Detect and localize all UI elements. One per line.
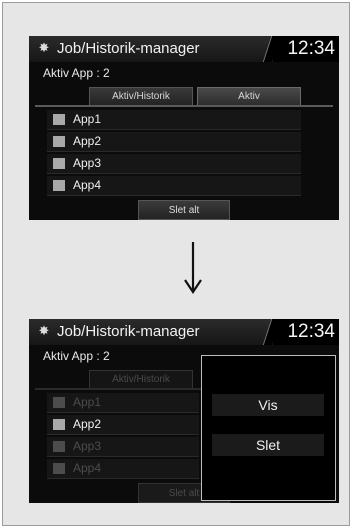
app-label: App4 <box>73 178 102 192</box>
view-button[interactable]: Vis <box>212 394 324 416</box>
gear-icon: ✸ <box>38 40 50 55</box>
app-options-popup: Vis Slet <box>201 355 336 501</box>
list-item[interactable]: App2 <box>47 132 301 152</box>
gear-icon: ✸ <box>38 323 50 338</box>
app-label: App3 <box>73 439 102 453</box>
app-icon <box>53 114 65 125</box>
tab-active-history: Aktiv/Historik <box>89 370 193 388</box>
tab-active-history[interactable]: Aktiv/Historik <box>89 87 193 105</box>
app-icon <box>53 397 65 408</box>
app-label: App1 <box>73 395 102 409</box>
screen-title: Job/Historik-manager <box>57 323 200 340</box>
app-icon <box>53 441 65 452</box>
list-item[interactable]: App1 <box>47 110 301 130</box>
app-icon <box>53 180 65 191</box>
instruction-panel: ✸ Job/Historik-manager 12:34 Aktiv App :… <box>2 2 350 526</box>
active-app-count: Aktiv App : 2 <box>43 349 110 363</box>
app-label: App4 <box>73 461 102 475</box>
app-label: App1 <box>73 112 102 126</box>
app-icon <box>53 158 65 169</box>
screen-after: ✸ Job/Historik-manager 12:34 Aktiv App :… <box>29 319 339 503</box>
list-item[interactable]: App4 <box>47 176 301 196</box>
app-list: App1 App2 App3 App4 <box>47 393 199 481</box>
app-icon <box>53 463 65 474</box>
screen-before: ✸ Job/Historik-manager 12:34 Aktiv App :… <box>29 36 339 220</box>
list-item[interactable]: App3 <box>47 154 301 174</box>
list-item: App3 <box>47 437 199 457</box>
active-app-count: Aktiv App : 2 <box>43 66 110 80</box>
list-item: App4 <box>47 459 199 479</box>
app-icon <box>53 136 65 147</box>
app-label: App2 <box>73 134 102 148</box>
tab-active[interactable]: Aktiv <box>197 87 301 105</box>
delete-button[interactable]: Slet <box>212 434 324 456</box>
clock: 12:34 <box>273 319 339 345</box>
app-list: App1 App2 App3 App4 <box>47 110 301 198</box>
delete-all-button[interactable]: Slet alt <box>138 200 230 220</box>
arrow-down-icon <box>184 242 202 294</box>
screen-title: Job/Historik-manager <box>57 40 200 57</box>
clock: 12:34 <box>273 36 339 62</box>
tab-bar: Aktiv/Historik Aktiv <box>35 87 333 107</box>
list-item: App1 <box>47 393 199 413</box>
app-icon <box>53 419 65 430</box>
list-item: App2 <box>47 415 199 435</box>
app-label: App3 <box>73 156 102 170</box>
app-label: App2 <box>73 417 102 431</box>
